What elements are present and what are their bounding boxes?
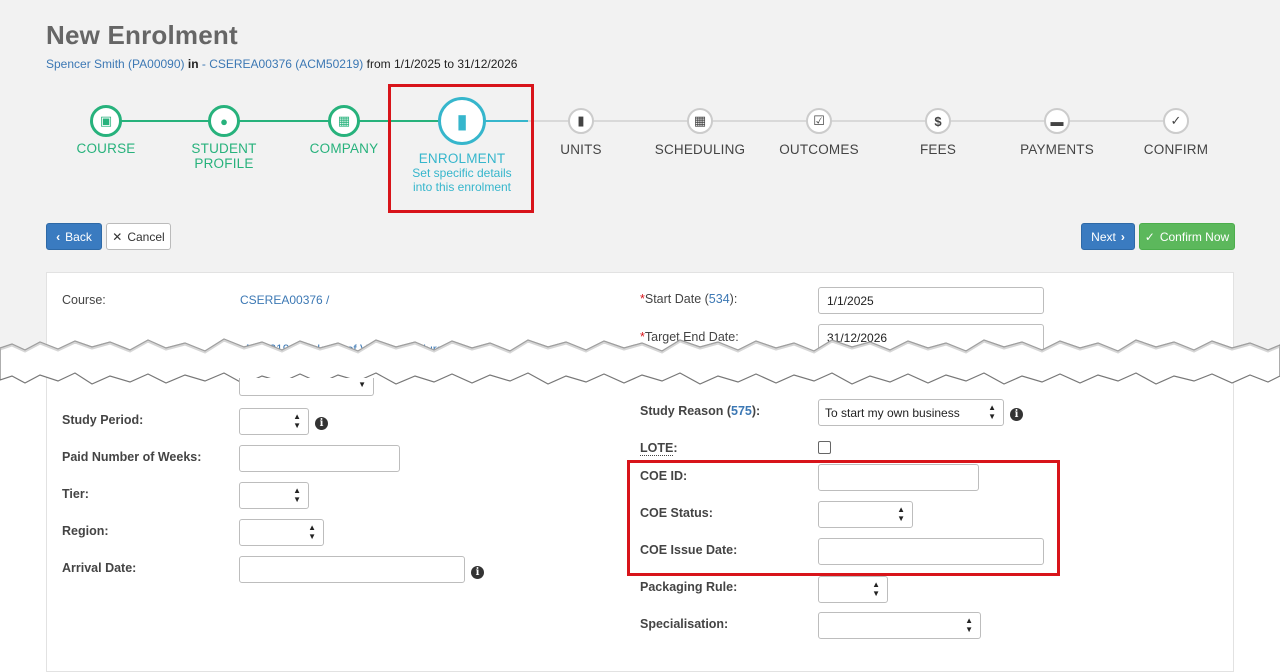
- sort-icon: ▲ ▼: [872, 580, 880, 598]
- student-link[interactable]: Spencer Smith (PA00090): [46, 57, 185, 71]
- study-period-select[interactable]: ▲ ▼: [239, 408, 309, 435]
- cancel-button[interactable]: ✕ Cancel: [106, 223, 171, 250]
- next-label: Next: [1091, 229, 1116, 244]
- region-select[interactable]: ▲ ▼: [239, 519, 324, 546]
- partial-select[interactable]: ▼: [239, 378, 374, 396]
- course-label: Course:: [62, 293, 106, 307]
- specialisation-select[interactable]: ▲ ▼: [818, 612, 981, 639]
- step-label: SCHEDULING: [654, 142, 746, 157]
- page-title: New Enrolment: [46, 20, 238, 50]
- step-company[interactable]: ▦ COMPANY: [284, 105, 404, 156]
- highlight-enrolment-step: [388, 84, 534, 213]
- sort-icon: ▲ ▼: [308, 523, 316, 541]
- packaging-rule-select[interactable]: ▲ ▼: [818, 576, 888, 603]
- check-circle-icon: ✓: [1163, 108, 1189, 134]
- confirm-now-button[interactable]: ✓ Confirm Now: [1139, 223, 1235, 250]
- step-label: COMPANY: [309, 141, 379, 156]
- start-date-input[interactable]: 1/1/2025: [818, 287, 1044, 314]
- start-date-label: *Start Date (534):: [640, 292, 738, 306]
- sort-icon: ▲ ▼: [293, 486, 301, 504]
- info-icon[interactable]: i: [1010, 408, 1023, 421]
- step-units[interactable]: ▮ UNITS: [521, 108, 641, 157]
- step-fees[interactable]: $ FEES: [878, 108, 998, 157]
- sort-icon: ▲ ▼: [988, 403, 996, 421]
- step-label: STUDENT PROFILE: [191, 141, 257, 171]
- building-icon: ▦: [328, 105, 360, 137]
- step-label: COURSE: [76, 141, 136, 156]
- paid-weeks-label: Paid Number of Weeks:: [62, 450, 202, 464]
- region-label: Region:: [62, 524, 109, 538]
- confirm-now-label: Confirm Now: [1159, 229, 1230, 244]
- step-payments[interactable]: ▬ PAYMENTS: [997, 108, 1117, 157]
- specialisation-label: Specialisation:: [640, 617, 729, 631]
- study-reason-label: Study Reason (575):: [640, 404, 761, 418]
- step-label: FEES: [919, 142, 957, 157]
- paid-weeks-input[interactable]: [239, 445, 400, 472]
- back-label: Back: [65, 229, 92, 244]
- back-button[interactable]: ‹ Back: [46, 223, 102, 250]
- study-reason-select[interactable]: To start my own business ▲ ▼: [818, 399, 1004, 426]
- calendar-icon: ▦: [687, 108, 713, 134]
- course-code-link[interactable]: CSEREA00376 /: [240, 293, 329, 307]
- course-link[interactable]: - CSEREA00376 (ACM50219): [202, 57, 363, 71]
- info-icon[interactable]: i: [471, 566, 484, 579]
- check-icon: ✓: [1144, 229, 1155, 244]
- step-outcomes[interactable]: ☑ OUTCOMES: [759, 108, 879, 157]
- next-button[interactable]: Next ›: [1081, 223, 1135, 250]
- arrival-date-input[interactable]: [239, 556, 465, 583]
- step-scheduling[interactable]: ▦ SCHEDULING: [640, 108, 760, 157]
- date-range: from 1/1/2025 to 31/12/2026: [366, 57, 518, 71]
- step-course[interactable]: ▣ COURSE: [46, 105, 166, 156]
- start-date-count-link[interactable]: 534: [709, 292, 730, 306]
- step-label: OUTCOMES: [779, 142, 859, 157]
- tier-label: Tier:: [62, 487, 89, 501]
- in-text: in: [187, 57, 199, 71]
- check-square-icon: ☑: [806, 108, 832, 134]
- torn-paper-divider: [0, 338, 1280, 385]
- packaging-rule-label: Packaging Rule:: [640, 580, 738, 594]
- book-icon: ▮: [568, 108, 594, 134]
- info-icon[interactable]: i: [315, 417, 328, 430]
- clipboard-check-icon: ▣: [90, 105, 122, 137]
- step-student-profile[interactable]: ● STUDENT PROFILE: [164, 105, 284, 171]
- study-reason-count-link[interactable]: 575: [731, 404, 752, 418]
- step-label: CONFIRM: [1143, 142, 1209, 157]
- highlight-coe-fields: [627, 460, 1060, 576]
- sort-icon: ▲ ▼: [965, 616, 973, 634]
- lote-label: LOTE:: [640, 441, 678, 456]
- study-reason-value: To start my own business: [825, 406, 960, 420]
- chevron-right-icon: ›: [1120, 229, 1125, 244]
- enrolment-context: Spencer Smith (PA00090) in - CSEREA00376…: [46, 57, 517, 71]
- lote-checkbox[interactable]: [818, 441, 831, 454]
- step-label: PAYMENTS: [1020, 142, 1094, 157]
- study-period-label: Study Period:: [62, 413, 144, 427]
- step-confirm[interactable]: ✓ CONFIRM: [1116, 108, 1236, 157]
- close-icon: ✕: [112, 229, 123, 244]
- step-label: UNITS: [560, 142, 602, 157]
- credit-card-icon: ▬: [1044, 108, 1070, 134]
- arrival-date-label: Arrival Date:: [62, 561, 137, 575]
- user-icon: ●: [208, 105, 240, 137]
- chevron-down-icon: ▼: [358, 380, 366, 389]
- dollar-icon: $: [925, 108, 951, 134]
- chevron-left-icon: ‹: [56, 229, 61, 244]
- sort-icon: ▲ ▼: [293, 412, 301, 430]
- tier-select[interactable]: ▲ ▼: [239, 482, 309, 509]
- cancel-label: Cancel: [127, 229, 165, 244]
